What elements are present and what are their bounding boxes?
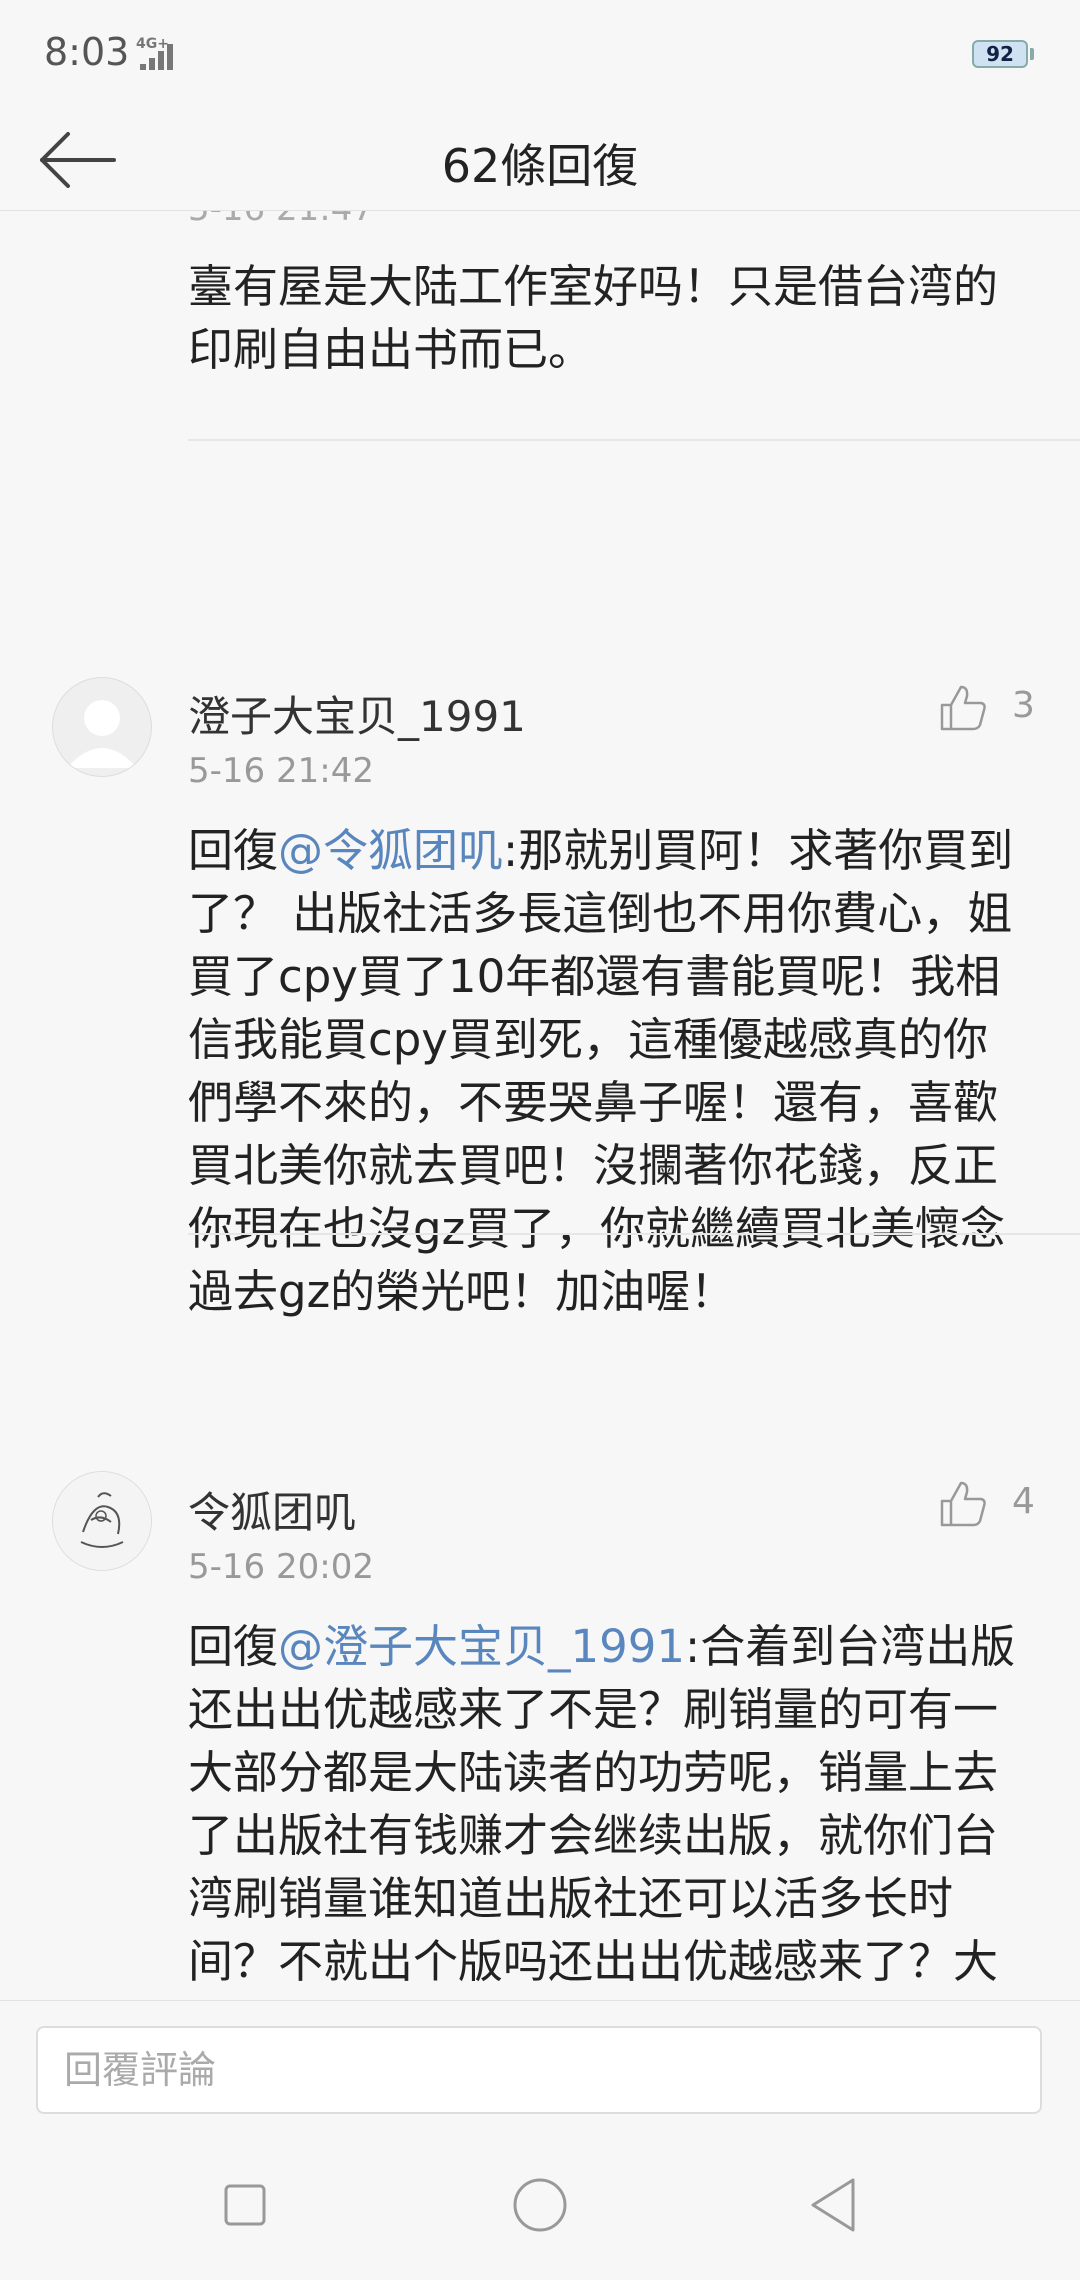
mention-link[interactable]: @澄子大宝贝_1991 (278, 1620, 685, 1673)
reply-body: :那就别買阿！求著你買到了？ 出版社活多長這倒也不用你費心，姐買了cpy買了10… (188, 824, 1014, 1318)
default-avatar-icon (67, 700, 137, 768)
triangle-back-icon[interactable] (795, 2175, 875, 2235)
comment-time: 5-16 21:42 (188, 751, 374, 791)
circle-icon[interactable] (500, 2175, 580, 2235)
comment-list: 5-16 21:47 臺有屋是大陆工作室好吗！只是借台湾的印刷自由出书而已。 澄… (0, 211, 1080, 2001)
reply-prefix: 回復 (188, 824, 279, 877)
sketch-avatar-icon (53, 1472, 151, 1570)
comment-divider (188, 1233, 1080, 1235)
reply-body: :合着到台湾出版还出出优越感来了不是？刷销量的可有一大部分都是大陆读者的功劳呢，… (188, 1620, 1016, 2001)
thumbs-up-icon[interactable] (938, 1479, 988, 1529)
reply-bar: 回覆評論 (0, 2000, 1080, 2131)
battery-level: 92 (986, 42, 1014, 66)
comment-username[interactable]: 澄子大宝贝_1991 (188, 683, 526, 744)
like-count: 4 (1012, 1481, 1035, 1522)
status-time: 8:03 (44, 30, 130, 74)
comment-divider (188, 439, 1080, 441)
status-bar: 8:03 4G+ 92 (0, 0, 1080, 110)
avatar[interactable] (52, 1471, 152, 1571)
comment-text: 回復@澄子大宝贝_1991:合着到台湾出版还出出优越感来了不是？刷销量的可有一大… (188, 1615, 1018, 2001)
battery-icon: 92 (972, 40, 1028, 68)
page-title: 62條回復 (441, 139, 639, 193)
comment-username[interactable]: 令狐团叽 (188, 1479, 356, 1540)
thumbs-up-icon[interactable] (938, 683, 988, 733)
signal-icon (140, 42, 180, 70)
avatar[interactable] (52, 677, 152, 777)
comment-time: 5-16 21:47 (188, 211, 374, 229)
header: 62條回復 (0, 110, 1080, 211)
mention-link[interactable]: @令狐团叽 (278, 824, 503, 877)
reply-input[interactable]: 回覆評論 (36, 2026, 1042, 2114)
battery-tip (1030, 48, 1034, 60)
comment-text: 回復@令狐团叽:那就别買阿！求著你買到了？ 出版社活多長這倒也不用你費心，姐買了… (188, 819, 1018, 1323)
comment-text: 臺有屋是大陆工作室好吗！只是借台湾的印刷自由出书而已。 (188, 260, 999, 376)
like-count: 3 (1012, 685, 1035, 726)
system-nav-bar (0, 2130, 1080, 2280)
reply-prefix: 回復 (188, 1620, 279, 1673)
square-icon[interactable] (205, 2175, 285, 2235)
comment-time: 5-16 20:02 (188, 1547, 374, 1587)
